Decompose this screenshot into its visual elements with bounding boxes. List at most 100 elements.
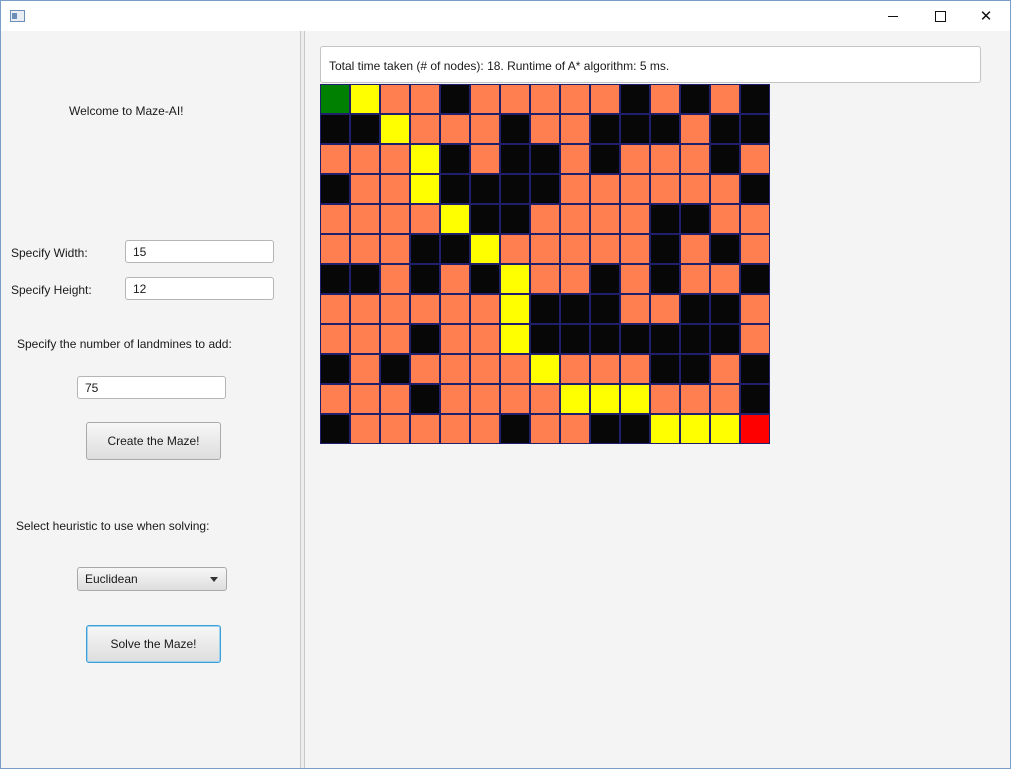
- maze-cell-wall: [320, 174, 350, 204]
- maze-cell-wall: [500, 204, 530, 234]
- maze-cell-free: [710, 204, 740, 234]
- maze-cell-free: [320, 324, 350, 354]
- close-icon: ✕: [979, 6, 993, 25]
- maze-cell-free: [350, 234, 380, 264]
- maze-cell-free: [680, 144, 710, 174]
- title-bar: ✕: [1, 1, 1010, 31]
- maze-grid: [320, 84, 770, 444]
- maze-cell-free: [320, 204, 350, 234]
- maze-cell-free: [350, 144, 380, 174]
- maze-cell-free: [560, 264, 590, 294]
- maze-cell-path: [530, 354, 560, 384]
- maze-cell-wall: [470, 264, 500, 294]
- maze-cell-free: [470, 354, 500, 384]
- maze-cell-wall: [680, 84, 710, 114]
- maze-cell-wall: [410, 384, 440, 414]
- maze-cell-free: [350, 354, 380, 384]
- maze-cell-wall: [650, 114, 680, 144]
- maze-cell-free: [680, 114, 710, 144]
- maze-cell-free: [440, 414, 470, 444]
- app-window: ✕ Welcome to Maze-AI! Specify Width: Spe…: [0, 0, 1011, 769]
- maze-cell-path: [620, 384, 650, 414]
- maze-cell-free: [560, 414, 590, 444]
- maze-cell-wall: [440, 144, 470, 174]
- maze-cell-free: [530, 114, 560, 144]
- maze-cell-path: [590, 384, 620, 414]
- maze-cell-wall: [560, 324, 590, 354]
- maze-cell-wall: [320, 414, 350, 444]
- maze-cell-free: [410, 84, 440, 114]
- maze-cell-free: [380, 204, 410, 234]
- maze-cell-free: [320, 384, 350, 414]
- maze-cell-free: [620, 264, 650, 294]
- maze-cell-free: [740, 204, 770, 234]
- maze-cell-free: [530, 84, 560, 114]
- maze-cell-free: [740, 324, 770, 354]
- maze-cell-wall: [620, 84, 650, 114]
- split-pane-divider[interactable]: [300, 31, 305, 768]
- maze-cell-wall: [650, 324, 680, 354]
- maze-cell-free: [410, 354, 440, 384]
- maze-cell-free: [680, 384, 710, 414]
- maze-cell-path: [560, 384, 590, 414]
- height-input[interactable]: [125, 277, 274, 300]
- maze-cell-free: [710, 354, 740, 384]
- maze-cell-path: [410, 144, 440, 174]
- maze-cell-free: [320, 294, 350, 324]
- maze-cell-free: [380, 414, 410, 444]
- maze-cell-free: [560, 234, 590, 264]
- maze-cell-free: [350, 384, 380, 414]
- maze-cell-wall: [680, 324, 710, 354]
- maze-cell-free: [320, 234, 350, 264]
- maze-cell-wall: [590, 324, 620, 354]
- minimize-button[interactable]: [870, 1, 916, 31]
- maze-cell-path: [500, 324, 530, 354]
- maze-cell-free: [560, 144, 590, 174]
- maze-cell-start: [320, 84, 350, 114]
- maze-cell-free: [350, 414, 380, 444]
- maze-cell-free: [650, 144, 680, 174]
- maze-cell-free: [560, 354, 590, 384]
- maze-cell-free: [530, 384, 560, 414]
- maze-cell-free: [440, 264, 470, 294]
- maze-cell-wall: [620, 114, 650, 144]
- maze-cell-wall: [440, 234, 470, 264]
- maze-cell-wall: [380, 354, 410, 384]
- maze-cell-wall: [740, 384, 770, 414]
- maze-cell-wall: [470, 204, 500, 234]
- close-button[interactable]: ✕: [963, 1, 1009, 31]
- maze-cell-wall: [650, 234, 680, 264]
- maximize-button[interactable]: [917, 1, 963, 31]
- solve-maze-button[interactable]: Solve the Maze!: [86, 625, 221, 663]
- heuristic-select[interactable]: Euclidean: [77, 567, 227, 591]
- width-input[interactable]: [125, 240, 274, 263]
- maze-cell-free: [470, 384, 500, 414]
- maze-cell-free: [530, 204, 560, 234]
- maze-cell-free: [470, 144, 500, 174]
- maze-cell-wall: [710, 114, 740, 144]
- maze-cell-free: [740, 144, 770, 174]
- maze-cell-free: [650, 294, 680, 324]
- maze-cell-wall: [440, 84, 470, 114]
- maze-cell-path: [380, 114, 410, 144]
- maze-cell-wall: [680, 204, 710, 234]
- create-maze-button[interactable]: Create the Maze!: [86, 422, 221, 460]
- maze-cell-wall: [470, 174, 500, 204]
- landmines-input[interactable]: [77, 376, 226, 399]
- maze-cell-free: [650, 84, 680, 114]
- maze-cell-free: [380, 234, 410, 264]
- maze-cell-path: [680, 414, 710, 444]
- maze-cell-free: [620, 144, 650, 174]
- maze-cell-free: [710, 264, 740, 294]
- maze-cell-free: [440, 114, 470, 144]
- maze-cell-free: [740, 294, 770, 324]
- maze-cell-wall: [680, 294, 710, 324]
- welcome-label: Welcome to Maze-AI!: [69, 104, 184, 118]
- maze-cell-free: [590, 84, 620, 114]
- maze-cell-wall: [320, 354, 350, 384]
- maze-cell-wall: [740, 84, 770, 114]
- maze-cell-wall: [500, 174, 530, 204]
- maze-cell-free: [590, 234, 620, 264]
- maze-cell-free: [680, 174, 710, 204]
- maze-cell-wall: [530, 144, 560, 174]
